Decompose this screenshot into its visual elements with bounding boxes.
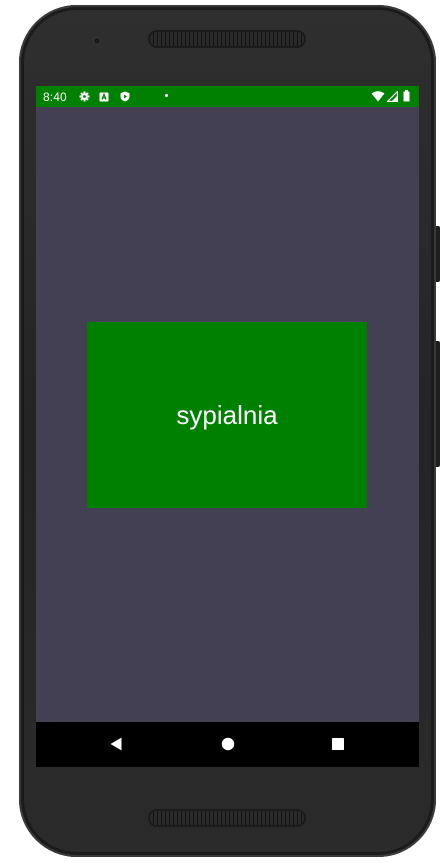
back-icon[interactable] [109, 736, 123, 757]
home-icon[interactable] [221, 736, 235, 757]
top-speaker [150, 32, 304, 46]
status-time: 8:40 [43, 90, 67, 104]
front-camera [93, 37, 101, 45]
room-card-sypialnia[interactable]: sypialnia [87, 322, 367, 508]
volume-button [436, 226, 440, 282]
a-icon [99, 91, 109, 105]
dot-icon [165, 94, 168, 97]
bottom-speaker [150, 811, 304, 825]
signal-icon [386, 90, 399, 105]
app-screen: 8:40 sypialnia [36, 86, 419, 767]
battery-icon [403, 90, 410, 105]
recents-icon[interactable] [331, 736, 345, 757]
status-bar: 8:40 [36, 86, 419, 107]
shield-icon [120, 91, 130, 105]
room-label: sypialnia [176, 399, 278, 430]
power-button [436, 341, 440, 467]
navigation-bar [36, 722, 419, 767]
wifi-icon [371, 91, 385, 105]
gear-icon [79, 91, 90, 105]
